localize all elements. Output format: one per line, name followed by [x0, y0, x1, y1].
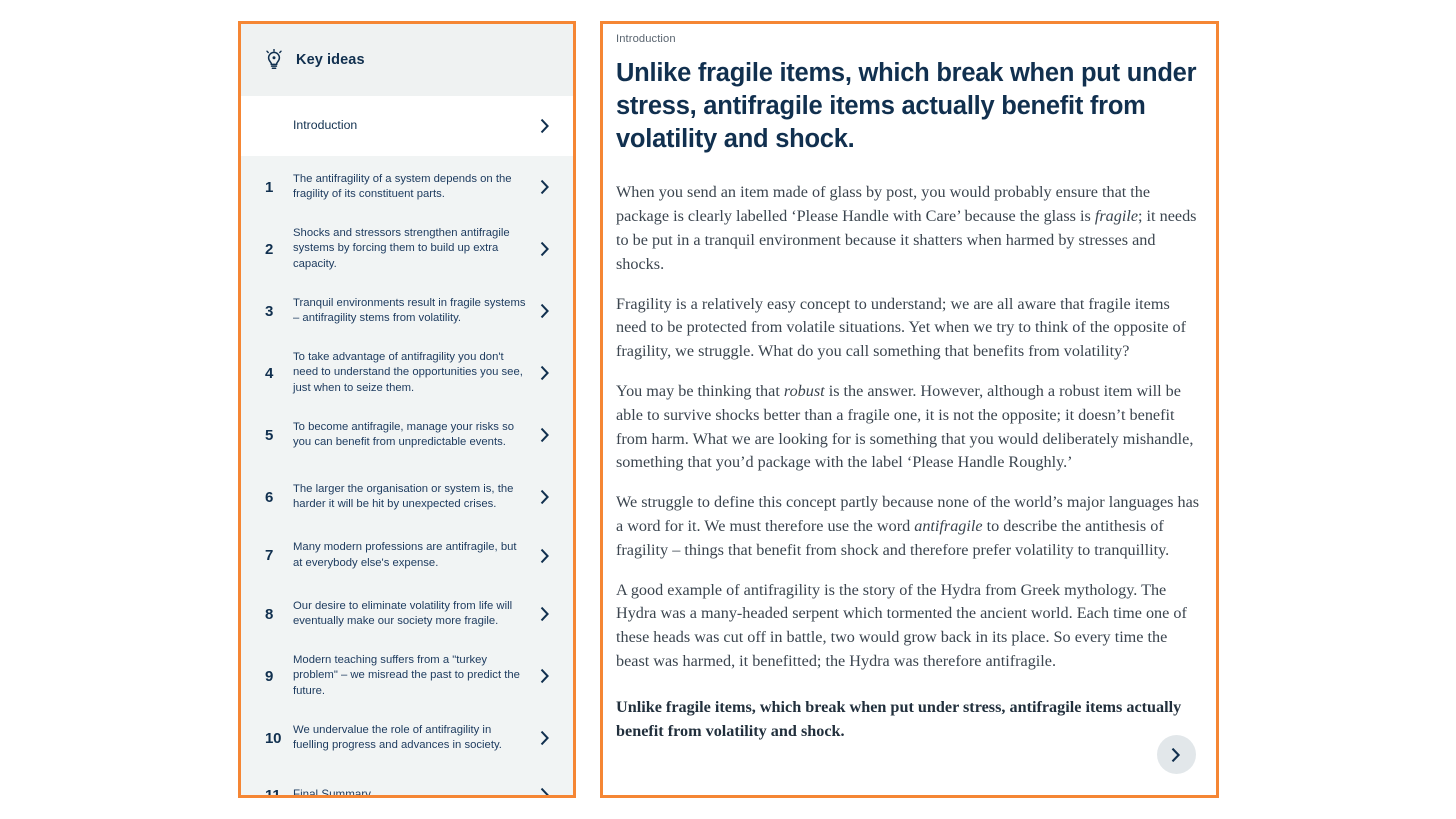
list-item-chevron[interactable]	[540, 787, 551, 795]
list-item[interactable]: 10 We undervalue the role of antifragilit…	[241, 707, 573, 769]
list-item-introduction[interactable]: Introduction	[241, 96, 573, 156]
chevron-right-icon	[540, 365, 549, 381]
list-item-number: 3	[265, 302, 274, 320]
key-ideas-sidebar: Key ideas Introduction 1 The antifragility…	[238, 21, 576, 798]
list-item-number: 11	[265, 786, 281, 796]
list-item-chevron[interactable]	[540, 489, 551, 505]
chevron-right-icon	[540, 303, 549, 319]
list-item-chevron[interactable]	[540, 730, 551, 746]
article-body: When you send an item made of glass by p…	[616, 181, 1202, 743]
list-item-number: 8	[265, 605, 274, 623]
chevron-right-icon	[540, 179, 549, 195]
list-item-chevron[interactable]	[540, 668, 551, 684]
list-item-chevron[interactable]	[540, 241, 551, 257]
list-item-number: 4	[265, 364, 274, 382]
list-item-label: The larger the organisation or system is…	[293, 482, 514, 510]
list-item-label: To become antifragile, manage your risks…	[293, 420, 515, 448]
article-paragraph: Fragility is a relatively easy concept t…	[616, 294, 1187, 361]
list-item-number: 2	[265, 240, 274, 258]
list-item[interactable]: 8 Our desire to eliminate volatility from…	[241, 583, 573, 645]
page-title: Unlike fragile items, which break when p…	[616, 59, 1197, 153]
list-item-label: To take advantage of antifragility you d…	[293, 351, 523, 394]
list-item[interactable]: 4 To take advantage of antifragility you …	[241, 342, 573, 404]
list-item-number: 10	[265, 729, 282, 747]
article-paragraph: When you send an item made of glass by p…	[616, 183, 1197, 273]
list-item-number: 6	[265, 488, 274, 506]
emphasis-text: fragile	[1094, 207, 1139, 226]
list-item[interactable]: 7 Many modern professions are antifragile…	[241, 528, 573, 583]
list-item-number: 1	[265, 178, 274, 196]
chevron-right-icon	[540, 427, 549, 443]
sidebar-title: Key ideas	[296, 52, 365, 68]
chevron-right-icon	[1171, 747, 1181, 762]
list-item-label: Our desire to eliminate volatility from …	[293, 599, 513, 627]
list-item-label: Many modern professions are antifragile,…	[293, 541, 517, 569]
list-item-label: Tranquil environments result in fragile …	[293, 296, 526, 324]
breadcrumb: Introduction	[616, 33, 676, 45]
list-item-chevron[interactable]	[540, 365, 551, 381]
chevron-right-icon	[540, 489, 549, 505]
list-item-chevron[interactable]	[540, 427, 551, 443]
key-ideas-list[interactable]: Introduction 1 The antifragility of a syst…	[241, 96, 573, 795]
list-item-number: 9	[265, 667, 274, 685]
list-item-label: Final Summary	[293, 788, 371, 795]
list-item-number: 5	[265, 426, 274, 444]
app-root: Key ideas Introduction 1 The antifragility…	[0, 0, 1456, 819]
list-item-chevron[interactable]	[540, 606, 551, 622]
list-item[interactable]: 6 The larger the organisation or system i…	[241, 466, 573, 528]
chevron-right-icon	[540, 548, 549, 563]
list-item[interactable]: 2 Shocks and stressors strengthen antifra…	[241, 218, 573, 280]
list-item[interactable]: 1 The antifragility of a system depends o…	[241, 156, 573, 218]
list-item[interactable]: 3 Tranquil environments result in fragile…	[241, 280, 573, 342]
chevron-right-icon	[540, 241, 549, 257]
list-item[interactable]: 11 Final Summary	[241, 769, 573, 795]
list-item-number: 7	[265, 547, 274, 564]
list-item-label: Modern teaching suffers from a "turkey p…	[293, 654, 520, 697]
chevron-right-icon	[540, 606, 549, 622]
article-paragraph: A good example of antifragility is the s…	[616, 580, 1187, 670]
article-paragraph: You may be thinking that robust is the a…	[616, 381, 1194, 472]
emphasis-text: robust	[783, 381, 825, 400]
list-item-label: The antifragility of a system depends on…	[293, 172, 512, 200]
list-item-label: Shocks and stressors strengthen antifrag…	[293, 227, 510, 270]
article-paragraph: We struggle to define this concept partl…	[616, 493, 1200, 559]
emphasis-text: antifragile	[914, 516, 983, 535]
list-item[interactable]: 9 Modern teaching suffers from a "turkey …	[241, 645, 573, 707]
list-item-chevron[interactable]	[540, 303, 551, 319]
chevron-right-icon	[540, 118, 549, 134]
content-scroll-area: Introduction Unlike fragile items, which…	[603, 24, 1216, 795]
article-summary-paragraph: Unlike fragile items, which break when p…	[616, 697, 1182, 740]
list-item-label: We undervalue the role of antifragility …	[293, 723, 502, 751]
sidebar-header: Key ideas	[241, 24, 573, 96]
lightbulb-icon	[266, 49, 282, 69]
list-item-label: Introduction	[293, 118, 358, 133]
next-page-button[interactable]	[1157, 735, 1196, 774]
list-item[interactable]: 5 To become antifragile, manage your risk…	[241, 404, 573, 466]
chevron-right-icon	[540, 787, 549, 795]
chevron-right-icon	[540, 668, 549, 684]
list-item-chevron[interactable]	[540, 118, 551, 134]
content-panel: Introduction Unlike fragile items, which…	[600, 21, 1219, 798]
list-item-chevron[interactable]	[540, 179, 551, 195]
chevron-right-icon	[540, 730, 549, 746]
list-item-chevron[interactable]	[540, 548, 551, 564]
